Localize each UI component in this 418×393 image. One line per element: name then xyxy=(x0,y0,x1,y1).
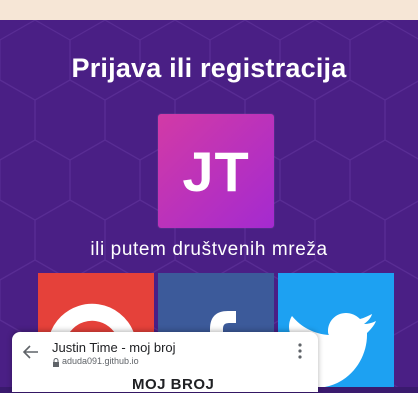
app-logo: JT xyxy=(158,114,274,228)
page-title: Justin Time - moj broj xyxy=(52,340,176,355)
lock-icon xyxy=(53,358,59,367)
page-content-heading: MOJ BROJ xyxy=(132,376,215,393)
social-login-prompt: ili putem društvenih mreža xyxy=(90,239,328,260)
top-strip xyxy=(0,0,418,20)
login-title: Prijava ili registracija xyxy=(71,53,347,83)
more-vert-icon[interactable] xyxy=(297,342,303,360)
back-arrow-icon[interactable] xyxy=(22,343,40,361)
browser-bottom-sheet[interactable]: Justin Time - moj broj aduda091.github.i… xyxy=(12,332,318,393)
page-url: aduda091.github.io xyxy=(62,356,139,366)
logo-text: JT xyxy=(182,139,250,203)
